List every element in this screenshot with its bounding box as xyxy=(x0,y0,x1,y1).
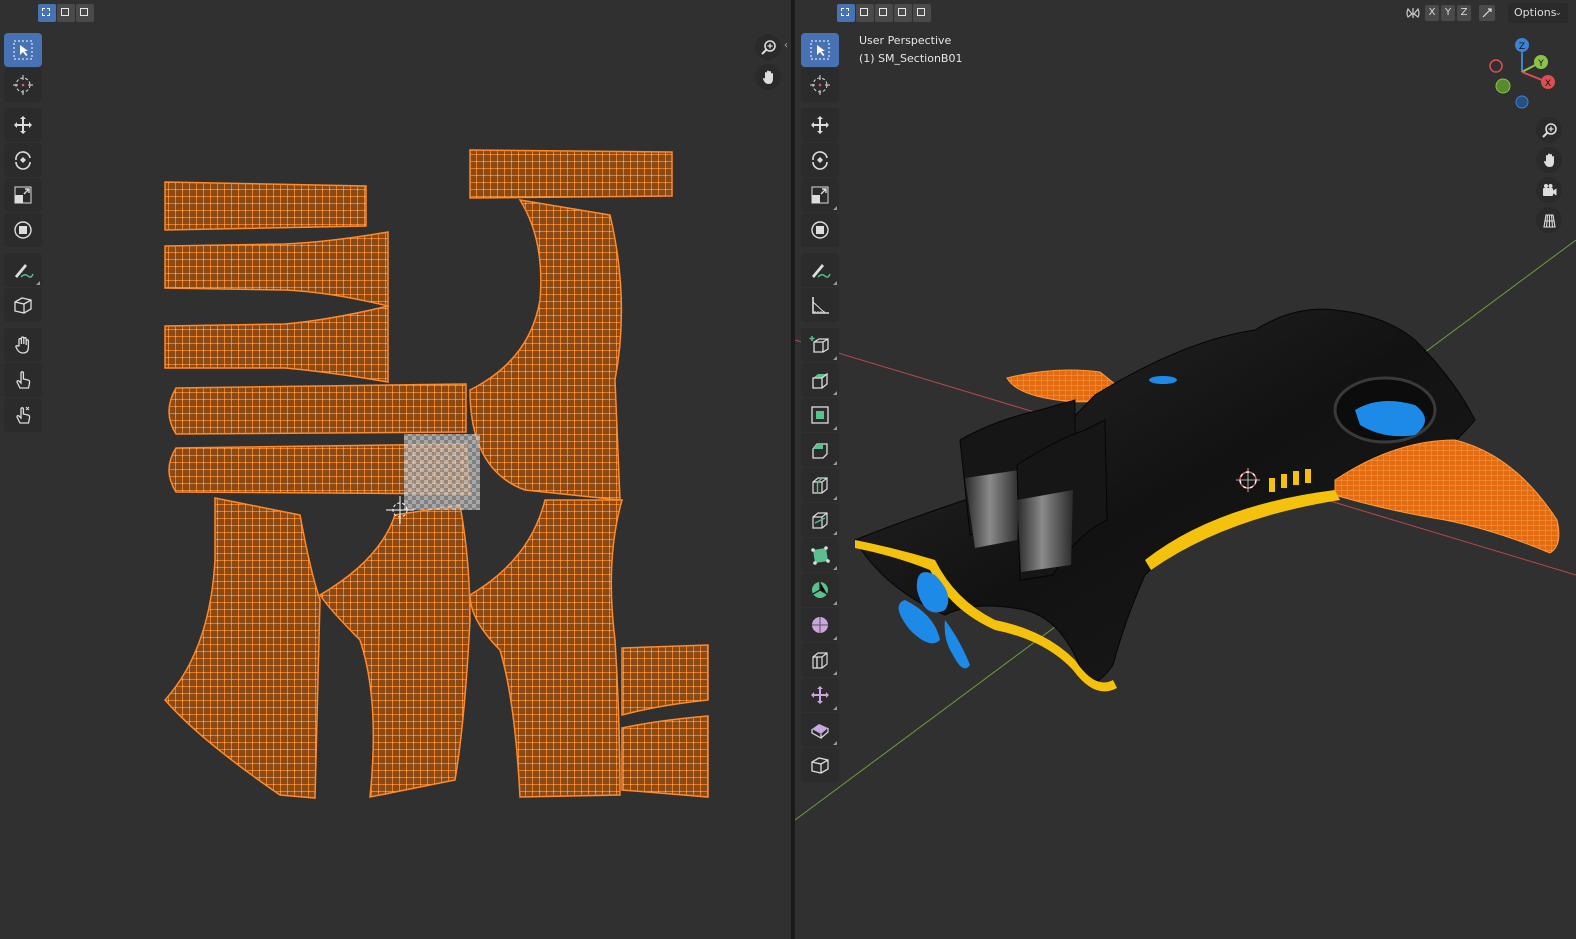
measure-icon[interactable] xyxy=(801,288,839,322)
select-box-icon[interactable] xyxy=(801,33,839,67)
uv-island-tall-curve[interactable] xyxy=(469,198,623,501)
mirror-y-toggle[interactable]: Y xyxy=(1441,5,1455,21)
gizmo-neg-x-icon[interactable] xyxy=(1489,59,1503,73)
inset-icon[interactable] xyxy=(801,398,839,432)
annotate-icon[interactable] xyxy=(4,253,42,287)
options-dropdown[interactable]: Options ⌄ xyxy=(1508,3,1568,23)
vp-select-mode-group xyxy=(837,4,931,22)
snap-icon[interactable] xyxy=(1479,5,1495,21)
blue-blade-3 xyxy=(944,620,970,669)
gizmo-y-label: Y xyxy=(1537,59,1544,69)
transform-icon[interactable] xyxy=(4,213,42,247)
mirror-x-toggle[interactable]: X xyxy=(1425,5,1439,21)
uv-islands-canvas[interactable] xyxy=(0,0,791,939)
knife-icon[interactable] xyxy=(801,503,839,537)
move-icon[interactable] xyxy=(4,108,42,142)
rotate-icon[interactable] xyxy=(4,143,42,177)
grid-view-icon[interactable] xyxy=(1536,207,1562,233)
fin-right-metal xyxy=(1017,490,1073,572)
bevel-icon[interactable] xyxy=(801,433,839,467)
cursor-icon[interactable] xyxy=(801,68,839,102)
viewport-scene[interactable]: Z Y X xyxy=(795,0,1576,939)
uv-checker-patch xyxy=(404,434,480,510)
gizmo-x-label: X xyxy=(1545,79,1551,89)
select-invert-icon[interactable] xyxy=(894,4,912,22)
select-intersect-icon[interactable] xyxy=(913,4,931,22)
scale-icon[interactable] xyxy=(4,178,42,212)
uv-island-small-top[interactable] xyxy=(621,644,709,716)
rotate-icon[interactable] xyxy=(801,143,839,177)
blue-vent-top xyxy=(1149,376,1177,384)
mirror-butterfly-icon[interactable] xyxy=(1405,5,1421,21)
uv-island-top-bar[interactable] xyxy=(469,149,673,199)
move-icon[interactable] xyxy=(801,108,839,142)
add-cube-icon[interactable] xyxy=(801,328,839,362)
pinch-icon[interactable] xyxy=(4,398,42,432)
zoom-icon[interactable] xyxy=(1536,117,1562,143)
spin-icon[interactable] xyxy=(801,573,839,607)
grab-icon[interactable] xyxy=(4,328,42,362)
hand-pan-icon[interactable] xyxy=(1536,147,1562,173)
collapse-chevron-icon[interactable]: ‹ xyxy=(784,40,788,51)
uv-island-strip-3[interactable] xyxy=(164,305,389,383)
model-sm-sectionb01[interactable] xyxy=(854,308,1560,692)
gizmo-neg-z-icon[interactable] xyxy=(1515,95,1529,109)
viewport-toolbar xyxy=(801,33,839,783)
hand-pan-icon[interactable] xyxy=(755,64,781,90)
scale-icon[interactable] xyxy=(801,178,839,212)
view-name-label: User Perspective xyxy=(859,34,952,47)
mirror-z-toggle[interactable]: Z xyxy=(1457,5,1471,21)
zoom-icon[interactable] xyxy=(755,34,781,60)
select-extend-icon[interactable] xyxy=(856,4,874,22)
uv-toolbar xyxy=(4,33,42,433)
uv-island-leg-mid[interactable] xyxy=(318,504,471,798)
annotate-icon[interactable] xyxy=(801,253,839,287)
shear-icon[interactable] xyxy=(801,713,839,747)
uv-island-leg-right[interactable] xyxy=(469,499,623,798)
relax-icon[interactable] xyxy=(4,363,42,397)
gizmo-neg-y-icon[interactable] xyxy=(1495,78,1511,94)
uv-island-strip-2[interactable] xyxy=(164,231,389,307)
select-box-icon[interactable] xyxy=(4,33,42,67)
select-new-icon[interactable] xyxy=(837,4,855,22)
navigation-gizmo[interactable]: Z Y X xyxy=(1489,38,1555,109)
rip-region-icon[interactable] xyxy=(4,288,42,322)
3d-viewport-pane[interactable]: Z Y X X Y Z Options ⌄ User Perspective (… xyxy=(795,0,1576,939)
extrude-icon[interactable] xyxy=(801,363,839,397)
camera-icon[interactable] xyxy=(1536,177,1562,203)
object-info-label: (1) SM_SectionB01 xyxy=(859,52,963,65)
poly-build-icon[interactable] xyxy=(801,538,839,572)
viewport-header: X Y Z Options ⌄ xyxy=(795,0,1576,26)
uv-island-strip-1[interactable] xyxy=(164,181,367,231)
uv-island-strip-4[interactable] xyxy=(168,383,467,435)
edge-slide-icon[interactable] xyxy=(801,643,839,677)
uv-island-small-bottom[interactable] xyxy=(621,715,709,798)
transform-icon[interactable] xyxy=(801,213,839,247)
shrink-fatten-icon[interactable] xyxy=(801,678,839,712)
select-subtract-icon[interactable] xyxy=(875,4,893,22)
cursor-icon[interactable] xyxy=(4,68,42,102)
chevron-down-icon: ⌄ xyxy=(1554,8,1562,18)
options-label: Options xyxy=(1514,6,1557,19)
uv-editor-pane[interactable]: ‹ xyxy=(0,0,791,939)
rip-icon[interactable] xyxy=(801,748,839,782)
loop-cut-icon[interactable] xyxy=(801,468,839,502)
gizmo-z-label: Z xyxy=(1519,42,1525,52)
smooth-icon[interactable] xyxy=(801,608,839,642)
uv-island-leg-left[interactable] xyxy=(163,497,321,799)
